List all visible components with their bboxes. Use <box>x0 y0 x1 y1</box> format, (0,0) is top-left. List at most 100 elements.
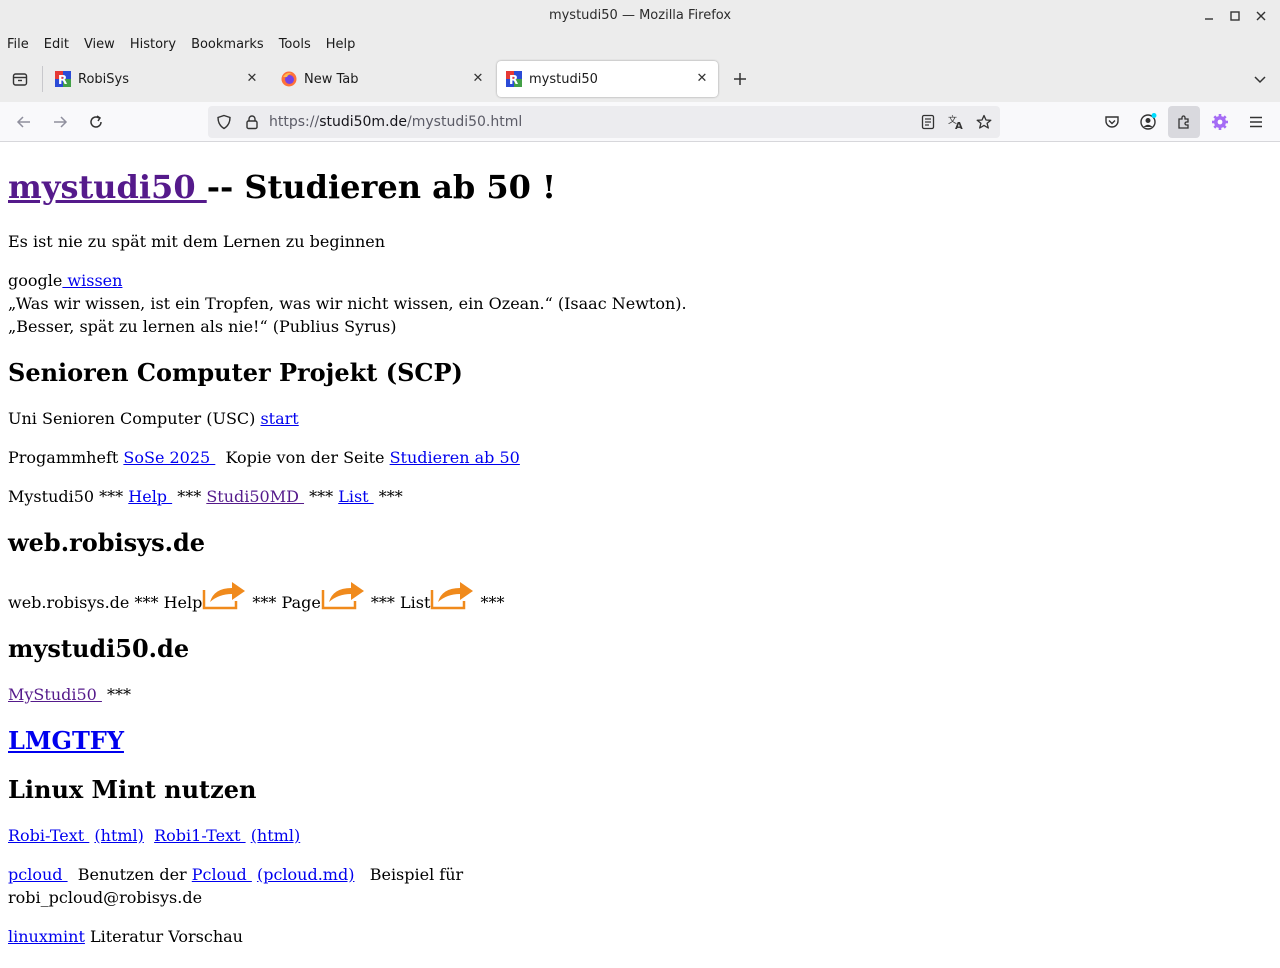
url-host: studi50m.de <box>319 114 408 130</box>
pcloud-link[interactable]: pcloud <box>8 865 68 884</box>
menu-history[interactable]: History <box>130 37 176 52</box>
lmgtfy-link[interactable]: LMGTFY <box>8 726 124 755</box>
tab-label: RobiSys <box>78 71 129 87</box>
help-link[interactable]: Help <box>128 487 172 506</box>
url-scheme: https:// <box>269 114 320 130</box>
tab-close-button[interactable]: ✕ <box>470 71 486 87</box>
account-button[interactable] <box>1136 110 1160 134</box>
studi50md-link[interactable]: Studi50MD <box>206 487 304 506</box>
menu-bookmarks[interactable]: Bookmarks <box>191 37 264 52</box>
translate-icon[interactable]: 文 A <box>948 114 965 130</box>
quote-newton: „Was wir wissen, ist ein Tropfen, was wi… <box>8 294 687 313</box>
reader-view-icon[interactable] <box>920 114 936 130</box>
share-arrow-icon[interactable] <box>321 580 366 610</box>
linuxmint-link[interactable]: linuxmint <box>8 927 85 946</box>
menu-file[interactable]: File <box>7 37 29 52</box>
window-title: mystudi50 — Mozilla Firefox <box>548 8 732 23</box>
chevron-down-icon <box>1254 76 1266 84</box>
mystudi50-title-link[interactable]: mystudi50 <box>8 168 207 206</box>
tab-robisys[interactable]: R RobiSys ✕ <box>46 61 268 97</box>
account-icon <box>1140 113 1157 130</box>
url-path: /mystudi50.html <box>407 114 523 130</box>
navigation-toolbar: https://studi50m.de/mystudi50.html 文 A <box>0 102 1280 142</box>
tab-overview-icon <box>12 73 28 86</box>
robisys-favicon-icon: R <box>55 71 71 87</box>
menu-help[interactable]: Help <box>326 37 356 52</box>
kopie-text: Kopie von der Seite <box>215 448 390 467</box>
app-menu-button[interactable] <box>1244 110 1268 134</box>
robi1-html-link[interactable]: (html) <box>251 826 301 845</box>
page-title: mystudi50 -- Studieren ab 50 ! <box>8 165 1272 209</box>
minimize-button[interactable] <box>1199 6 1219 26</box>
usc-start-link[interactable]: start <box>260 409 298 428</box>
forward-button[interactable] <box>48 110 72 134</box>
url-bar[interactable]: https://studi50m.de/mystudi50.html 文 A <box>208 106 1000 138</box>
share-arrow-icon[interactable] <box>202 580 247 610</box>
extension-gear-button[interactable] <box>1208 110 1232 134</box>
separator: *** <box>373 487 403 506</box>
quotes-block: google wissen „Was wir wissen, ist ein T… <box>8 269 1272 338</box>
menu-bar: File Edit View History Bookmarks Tools H… <box>0 32 1280 56</box>
share-arrow-icon[interactable] <box>430 580 475 610</box>
separator: *** <box>172 487 207 506</box>
pcloud-md-link[interactable]: (pcloud.md) <box>257 865 354 884</box>
close-icon <box>1256 11 1266 21</box>
minimize-icon <box>1205 18 1213 20</box>
quote-syrus: „Besser, spät zu lernen als nie!“ (Publi… <box>8 317 397 336</box>
literatur-text: Literatur Vorschau <box>84 927 243 946</box>
plus-icon <box>734 73 746 85</box>
web-robisys-line: web.robisys.de *** Help *** Page *** Lis… <box>8 580 1272 614</box>
tab-new-tab[interactable]: New Tab ✕ <box>272 61 494 97</box>
sose-2025-link[interactable]: SoSe 2025 <box>123 448 215 467</box>
menu-tools[interactable]: Tools <box>279 37 311 52</box>
programmheft-text: Progammheft <box>8 448 124 467</box>
list-link[interactable]: List <box>338 487 373 506</box>
intro-text: Es ist nie zu spät mit dem Lernen zu beg… <box>8 232 386 251</box>
maximize-button[interactable] <box>1225 6 1245 26</box>
new-tab-button[interactable] <box>728 67 752 91</box>
arrow-right-icon <box>54 116 68 128</box>
close-window-button[interactable] <box>1251 6 1271 26</box>
reload-button[interactable] <box>84 110 108 134</box>
tab-close-button[interactable]: ✕ <box>694 71 710 87</box>
svg-text:R: R <box>58 73 67 87</box>
tab-mystudi50[interactable]: R mystudi50 ✕ <box>497 61 718 97</box>
separator: *** <box>304 487 339 506</box>
tab-divider <box>42 66 43 92</box>
bookmark-star-icon[interactable] <box>976 114 992 130</box>
mystudi50-link[interactable]: MyStudi50 <box>8 685 102 704</box>
page-label-text: *** Page <box>247 593 321 612</box>
window-titlebar: mystudi50 — Mozilla Firefox <box>0 0 1280 32</box>
scp-heading: Senioren Computer Projekt (SCP) <box>8 358 463 387</box>
svg-text:R: R <box>509 73 518 87</box>
reload-icon <box>90 115 102 128</box>
list-label-text: *** List <box>365 593 431 612</box>
arrow-left-icon <box>16 116 30 128</box>
maximize-icon <box>1230 11 1240 21</box>
shield-icon[interactable] <box>216 114 232 130</box>
pcloud-email: robi_pcloud@robisys.de <box>8 888 203 907</box>
page-title-rest: -- Studieren ab 50 ! <box>206 168 557 206</box>
pocket-button[interactable] <box>1100 110 1124 134</box>
beispiel-text: Beispiel für <box>354 865 464 884</box>
back-button[interactable] <box>12 110 36 134</box>
studieren-ab-50-link[interactable]: Studieren ab 50 <box>390 448 520 467</box>
robi-html-link[interactable]: (html) <box>94 826 144 845</box>
firefox-view-button[interactable] <box>8 67 32 91</box>
separator: *** <box>101 685 132 704</box>
robi-text-link[interactable]: Robi-Text <box>8 826 89 845</box>
list-all-tabs-button[interactable] <box>1248 67 1272 91</box>
mystudi50-links-line: Mystudi50 *** Help *** Studi50MD *** Lis… <box>8 485 1272 508</box>
robi1-text-link[interactable]: Robi1-Text <box>154 826 246 845</box>
separator: *** <box>475 593 505 612</box>
lock-icon[interactable] <box>244 114 260 130</box>
extensions-button[interactable] <box>1168 106 1200 138</box>
web-robisys-text: web.robisys.de *** Help <box>8 593 203 612</box>
robisys-favicon-icon: R <box>506 71 522 87</box>
tab-close-button[interactable]: ✕ <box>244 71 260 87</box>
pcloud-usage-link[interactable]: Pcloud <box>192 865 252 884</box>
menu-edit[interactable]: Edit <box>44 37 69 52</box>
menu-view[interactable]: View <box>84 37 115 52</box>
google-wissen-link[interactable]: wissen <box>62 271 122 290</box>
svg-text:A: A <box>955 121 963 130</box>
